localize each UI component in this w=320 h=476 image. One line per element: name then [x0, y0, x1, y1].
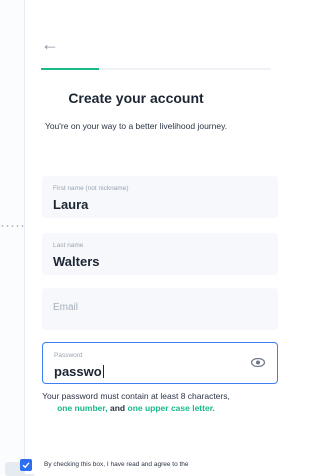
password-value: passwo — [54, 364, 102, 379]
signup-panel: ← Create your account You're on your way… — [24, 0, 278, 474]
progress-bar — [41, 68, 271, 70]
first-name-value: Laura — [53, 197, 89, 212]
page-subtitle: You're on your way to a better livelihoo… — [44, 121, 228, 131]
text-caret — [102, 365, 104, 378]
progress-fill — [41, 68, 99, 70]
hint-one-upper: one upper case letter. — [127, 403, 215, 413]
check-icon — [22, 462, 30, 469]
back-button[interactable]: ← — [41, 34, 59, 54]
arrow-left-icon: ← — [41, 34, 59, 54]
password-label: Password — [54, 352, 83, 359]
hint-line-1: Your password must contain at least 8 ch… — [42, 391, 230, 401]
email-placeholder: Email — [53, 302, 79, 313]
page-title: Create your account — [68, 90, 204, 106]
first-name-field[interactable]: First name (not nickname) Laura — [42, 176, 278, 218]
password-field[interactable]: Password passwo — [42, 342, 278, 384]
hint-one-number: one number, — [57, 403, 108, 413]
hint-and: and — [110, 403, 126, 413]
password-requirements: Your password must contain at least 8 ch… — [1, 390, 271, 414]
terms-checkbox[interactable] — [20, 459, 32, 471]
password-value-wrap: passwo — [54, 364, 104, 379]
eye-icon[interactable] — [251, 358, 265, 367]
last-name-value: Walters — [53, 254, 100, 269]
first-name-label: First name (not nickname) — [53, 185, 129, 192]
terms-consent-text: By checking this box, I have read and ag… — [44, 461, 189, 468]
last-name-label: Last name — [53, 242, 84, 249]
hint-line-2: one number, and one upper case letter. — [1, 402, 271, 414]
email-field[interactable]: Email — [42, 288, 278, 330]
last-name-field[interactable]: Last name Walters — [42, 233, 278, 275]
